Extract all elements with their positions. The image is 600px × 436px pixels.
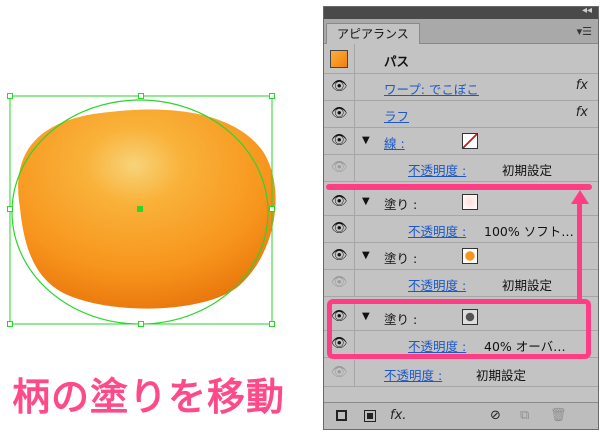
duplicate-item-icon[interactable]: ⧉ <box>520 408 529 423</box>
panel-bottom-toolbar: fx. ⊘ ⧉ 🗑 <box>324 402 598 429</box>
panel-titlebar[interactable]: ◂◂ <box>324 5 598 19</box>
handle-bottom-left[interactable] <box>7 321 13 327</box>
handle-bottom[interactable] <box>138 321 144 327</box>
handle-left[interactable] <box>7 206 13 212</box>
collapse-icon[interactable]: ◂◂ <box>582 5 592 16</box>
visibility-eye-icon[interactable]: 👁 <box>331 195 348 209</box>
visibility-eye-icon[interactable]: 👁 <box>331 222 348 236</box>
expand-triangle-icon[interactable]: ▼ <box>362 250 370 261</box>
effect-row-warp[interactable]: 👁 ワープ: でこぼこ fx <box>324 74 598 101</box>
drop-target-highlight-line <box>326 184 592 190</box>
fx-icon[interactable]: fx <box>576 78 588 93</box>
panel-menu-icon[interactable]: ▾☰ <box>577 25 592 38</box>
delete-trash-icon[interactable]: 🗑 <box>550 408 567 423</box>
handle-top[interactable] <box>138 93 144 99</box>
expand-triangle-icon[interactable]: ▼ <box>362 135 370 146</box>
opacity-value: 初期設定 <box>502 163 553 178</box>
fill2-opacity-row[interactable]: 👁 不透明度 : 初期設定 <box>324 270 598 297</box>
opacity-value: 100% ソフト… <box>484 224 574 239</box>
caption-text: 柄の塗りを移動 <box>12 375 286 419</box>
fill-row-2[interactable]: 👁 ▼ 塗り : <box>324 243 598 270</box>
move-arrow-shaft <box>577 203 582 299</box>
appearance-panel: ◂◂ アピアランス ▾☰ パス 👁 ワープ: でこぼこ fx 👁 ラフ fx 👁… <box>323 5 599 430</box>
handle-top-left[interactable] <box>7 93 13 99</box>
visibility-eye-icon[interactable]: 👁 <box>331 366 348 380</box>
fill-label: 塗り : <box>384 197 418 212</box>
handle-top-right[interactable] <box>269 93 275 99</box>
fx-icon[interactable]: fx <box>576 105 588 120</box>
orange-artwork[interactable] <box>0 0 320 340</box>
add-effect-fx-icon[interactable]: fx. <box>390 408 406 423</box>
visibility-eye-icon[interactable]: 👁 <box>331 134 348 148</box>
fill-row-1[interactable]: 👁 ▼ 塗り : <box>324 189 598 216</box>
selected-fill-highlight-box <box>327 299 591 359</box>
opacity-link[interactable]: 不透明度 : <box>408 275 466 294</box>
opacity-value: 初期設定 <box>476 368 527 383</box>
object-thumbnail-icon <box>330 50 348 68</box>
handle-bottom-right[interactable] <box>269 321 275 327</box>
stroke-link[interactable]: 線 : <box>384 133 405 152</box>
handle-right[interactable] <box>269 206 275 212</box>
artboard <box>0 0 320 340</box>
roughen-effect-link[interactable]: ラフ <box>384 106 409 125</box>
warp-effect-link[interactable]: ワープ: でこぼこ <box>384 79 479 98</box>
panel-tabbar: アピアランス ▾☰ <box>324 19 598 44</box>
visibility-eye-icon[interactable]: 👁 <box>331 107 348 121</box>
visibility-eye-icon[interactable]: 👁 <box>331 276 348 290</box>
visibility-eye-icon[interactable]: 👁 <box>331 161 348 175</box>
expand-triangle-icon[interactable]: ▼ <box>362 196 370 207</box>
tab-appearance[interactable]: アピアランス <box>326 23 420 44</box>
add-new-fill-icon[interactable] <box>364 408 376 422</box>
add-new-stroke-icon[interactable] <box>336 408 347 421</box>
stroke-opacity-row[interactable]: 👁 不透明度 : 初期設定 <box>324 155 598 182</box>
stroke-none-swatch-icon[interactable] <box>462 133 478 149</box>
opacity-link[interactable]: 不透明度 : <box>408 160 466 179</box>
move-arrow-up-icon <box>571 190 589 204</box>
opacity-link[interactable]: 不透明度 : <box>408 221 466 240</box>
fill-gradient-swatch-icon[interactable] <box>462 194 478 210</box>
effect-row-roughen[interactable]: 👁 ラフ fx <box>324 101 598 128</box>
visibility-eye-icon[interactable]: 👁 <box>331 249 348 263</box>
stroke-row[interactable]: 👁 ▼ 線 : <box>324 128 598 155</box>
opacity-value: 初期設定 <box>502 278 553 293</box>
thumbnail-cell <box>324 44 355 73</box>
opacity-link[interactable]: 不透明度 : <box>384 365 442 384</box>
visibility-eye-icon[interactable]: 👁 <box>331 80 348 94</box>
object-row[interactable]: パス <box>324 44 598 74</box>
object-opacity-row[interactable]: 👁 不透明度 : 初期設定 <box>324 360 598 387</box>
fill-orange-swatch-icon[interactable] <box>462 248 478 264</box>
fill-label: 塗り : <box>384 251 418 266</box>
clear-appearance-icon[interactable]: ⊘ <box>490 408 501 423</box>
fill1-opacity-row[interactable]: 👁 不透明度 : 100% ソフト… <box>324 216 598 243</box>
object-label: パス <box>384 54 410 69</box>
